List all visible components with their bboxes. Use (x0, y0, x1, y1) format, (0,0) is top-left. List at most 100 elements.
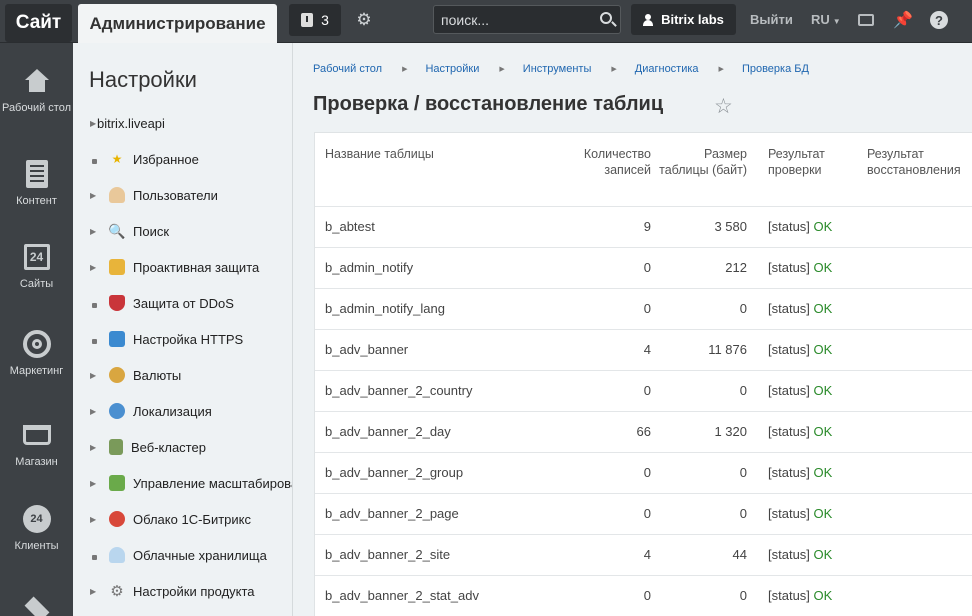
sidebar-item-cloud[interactable]: ▶ Облако 1С-Битрикс (73, 507, 292, 531)
user-button[interactable]: Bitrix labs (631, 4, 736, 35)
layers-icon (24, 596, 49, 616)
currency-icon (109, 367, 125, 383)
restore-result-cell (852, 452, 972, 494)
sidebar-item-currency[interactable]: ▶ Валюты (73, 363, 292, 387)
notifications-button[interactable]: 3 (289, 4, 341, 36)
status-label: [status] (768, 465, 810, 480)
table-name-cell: b_admin_notify_lang (315, 288, 556, 330)
site-tab[interactable]: Сайт (5, 4, 72, 42)
sidebar-item-favorites[interactable]: ★ Избранное (73, 147, 292, 171)
restore-result-cell (852, 575, 972, 616)
top-bar: Сайт Администрирование 3 ⚙ Bitrix labs В… (0, 0, 972, 44)
expand-arrow-icon[interactable]: ▶ (73, 191, 96, 200)
sidebar-item-label: Облачные хранилища (133, 547, 267, 563)
expand-arrow-icon[interactable]: ▶ (73, 119, 96, 128)
expand-arrow-icon[interactable]: ▶ (73, 515, 96, 524)
expand-arrow-icon[interactable]: ▶ (73, 371, 96, 380)
language-select[interactable]: RU ▼ (811, 12, 841, 27)
table-row: b_adv_banner_2_country 0 0 [status] OK (315, 370, 972, 412)
column-header-size[interactable]: Размер таблицы (байт) (652, 133, 748, 207)
users-icon (109, 187, 125, 203)
sidebar-item-label: Облако 1С-Битрикс (133, 511, 251, 527)
main-content: Рабочий стол ▶ Настройки ▶ Инструменты ▶… (293, 43, 972, 616)
record-count-cell: 4 (556, 329, 652, 371)
admin-tab[interactable]: Администрирование (78, 4, 277, 44)
table-size-cell: 3 580 (652, 206, 748, 248)
ok-status: OK (813, 506, 833, 521)
breadcrumb-item[interactable]: Инструменты (523, 63, 592, 75)
ok-status: OK (813, 383, 833, 398)
search-input[interactable] (434, 6, 594, 33)
column-header-name[interactable]: Название таблицы (315, 133, 556, 207)
sidebar-item-ddos[interactable]: Защита от DDoS (73, 291, 292, 315)
ok-status: OK (813, 301, 833, 316)
table-size-cell: 0 (652, 493, 748, 535)
sidebar-item-search[interactable]: ▶ 🔍 Поиск (73, 219, 292, 243)
table-name-cell: b_adv_banner_2_group (315, 452, 556, 494)
sidebar-item-storage[interactable]: Облачные хранилища (73, 543, 292, 567)
logout-link[interactable]: Выйти (750, 12, 793, 27)
menu-item-marketing[interactable]: Маркетинг (0, 328, 73, 378)
bullet-icon (73, 296, 95, 311)
record-count-cell: 66 (556, 411, 652, 453)
sidebar-item-label: Валюты (133, 367, 182, 383)
breadcrumb-item[interactable]: Диагностика (635, 63, 699, 75)
expand-arrow-icon[interactable]: ▶ (73, 443, 96, 452)
restore-result-cell (852, 493, 972, 535)
menu-item-label: Рабочий стол (1, 102, 72, 114)
expand-arrow-icon[interactable]: ▶ (73, 587, 96, 596)
notification-icon (301, 13, 314, 27)
storage-icon (109, 547, 125, 563)
search-icon[interactable] (600, 12, 612, 24)
menu-item-more[interactable] (0, 593, 73, 616)
column-header-count[interactable]: Количество записей (556, 133, 652, 207)
column-header-check[interactable]: Результат проверки (748, 133, 852, 207)
breadcrumb-item[interactable]: Рабочий стол (313, 63, 382, 75)
keyboard-icon[interactable] (858, 14, 874, 26)
sidebar-item-liveapi[interactable]: ▶ bitrix.liveapi (73, 111, 292, 135)
restore-result-cell (852, 247, 972, 289)
menu-item-shop[interactable]: Магазин (0, 419, 73, 469)
record-count-cell: 4 (556, 534, 652, 576)
expand-arrow-icon[interactable]: ▶ (73, 227, 96, 236)
menu-item-label: Магазин (15, 456, 58, 468)
star-icon: ★ (111, 152, 123, 166)
menu-item-desktop[interactable]: Рабочий стол (0, 65, 73, 115)
sidebar-item-label: Избранное (133, 151, 199, 167)
search-box (433, 5, 621, 34)
breadcrumb-item[interactable]: Настройки (425, 63, 479, 75)
table-size-cell: 1 320 (652, 411, 748, 453)
menu-item-sites[interactable]: 24 Сайты (0, 241, 73, 291)
sidebar-item-localization[interactable]: ▶ Локализация (73, 399, 292, 423)
clients-24-icon: 24 (22, 505, 51, 533)
table-name-cell: b_admin_notify (315, 247, 556, 289)
status-label: [status] (768, 547, 810, 562)
sidebar-item-label: Защита от DDoS (133, 295, 234, 311)
sidebar-item-product-settings[interactable]: ▶ ⚙ Настройки продукта (73, 579, 292, 603)
record-count-cell: 0 (556, 370, 652, 412)
column-header-restore[interactable]: Результат восстановления (852, 133, 972, 207)
pin-icon[interactable]: 📌 (893, 10, 913, 30)
sidebar-item-webcluster[interactable]: ▶ Веб-кластер (73, 435, 292, 459)
settings-gear-icon[interactable]: ⚙ (354, 10, 374, 30)
help-icon[interactable]: ? (930, 11, 948, 29)
check-result-cell: [status] OK (748, 411, 852, 453)
menu-item-clients[interactable]: 24 Клиенты (0, 503, 73, 553)
sidebar-item-proactive[interactable]: ▶ Проактивная защита (73, 255, 292, 279)
sidebar-item-scaling[interactable]: ▶ Управление масштабирова (73, 471, 292, 495)
sidebar-item-users[interactable]: ▶ Пользователи (73, 183, 292, 207)
expand-arrow-icon[interactable]: ▶ (73, 479, 96, 488)
ok-status: OK (813, 260, 833, 275)
favorite-star-icon[interactable]: ☆ (714, 94, 733, 119)
menu-item-content[interactable]: Контент (0, 158, 73, 208)
record-count-cell: 0 (556, 575, 652, 616)
expand-arrow-icon[interactable]: ▶ (73, 263, 96, 272)
table-name-cell: b_adv_banner_2_page (315, 493, 556, 535)
expand-arrow-icon[interactable]: ▶ (73, 407, 96, 416)
sidebar-item-https[interactable]: Настройка HTTPS (73, 327, 292, 351)
check-result-cell: [status] OK (748, 288, 852, 330)
status-label: [status] (768, 301, 810, 316)
home-icon (24, 69, 50, 93)
restore-result-cell (852, 288, 972, 330)
breadcrumb-item[interactable]: Проверка БД (742, 63, 809, 75)
